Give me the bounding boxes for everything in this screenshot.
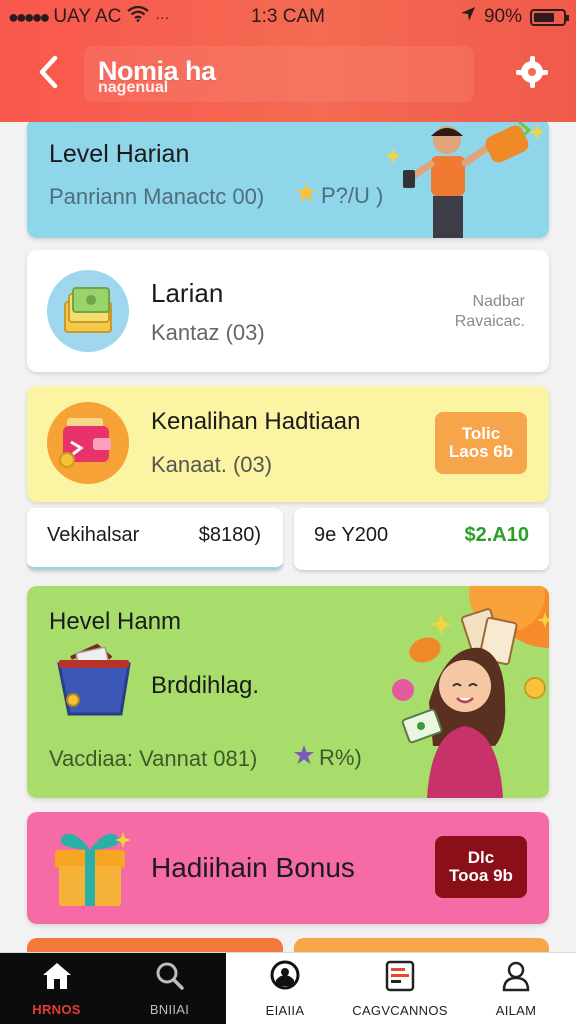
- nav-item-home[interactable]: HRNOS: [0, 953, 113, 1024]
- kenalihan-button-line2: Laos 6b: [448, 442, 514, 461]
- kenalihan-subtitle: Kanaat. (03): [151, 452, 273, 477]
- settings-icon: [515, 55, 549, 94]
- kenalihan-claim-button[interactable]: Tolic Laos 6b: [435, 412, 527, 474]
- location-icon: [460, 6, 476, 28]
- hevel-hanm-footer: Vacdiaa: Vannat 081): [49, 746, 258, 771]
- level-harian-title: Level Harian: [49, 140, 190, 168]
- nav-item-categories[interactable]: CAGVCANNOS: [344, 953, 456, 1024]
- larian-side-line1: Nadbar: [472, 293, 525, 310]
- larian-side-info: Nadbar Ravaicac.: [455, 292, 525, 332]
- hevel-hanm-reward-value: R%): [319, 745, 362, 770]
- nav-label-home: HRNOS: [32, 1002, 81, 1017]
- courier-illustration: [385, 122, 549, 238]
- bottom-navigation: HRNOS BNIIAI EIAIIA CAGVCANNOS AILAM: [0, 952, 576, 1024]
- larian-subtitle: Kantaz (03): [151, 320, 265, 345]
- back-button[interactable]: [26, 50, 70, 98]
- nav-label-search: BNIIAI: [149, 1002, 190, 1017]
- level-harian-subtitle: Panriann Manactc 00): [49, 184, 265, 209]
- chevron-left-icon: [37, 55, 59, 94]
- larian-title: Larian: [151, 278, 224, 308]
- nav-label-categories: CAGVCANNOS: [352, 1003, 448, 1018]
- larian-icon-circle: [47, 270, 129, 352]
- stat-right-value: $2.A10: [464, 524, 530, 546]
- hevel-hanm-title: Hevel Hanm: [49, 608, 182, 635]
- page-subtitle: nagenual: [98, 79, 169, 96]
- hadiah-bonus-card[interactable]: Hadiihain Bonus Dlc Tooa 9b: [27, 812, 549, 924]
- hevel-hanm-reward: R%): [293, 744, 362, 772]
- hevel-hanm-subtitle: Brddihlag.: [151, 672, 260, 699]
- home-icon: [41, 961, 73, 996]
- shopping-basket-icon: [51, 642, 137, 727]
- kenalihan-icon-circle: [47, 402, 129, 484]
- wallet-icon: [57, 414, 119, 477]
- stat-left-label: Vekihalsar: [47, 524, 140, 546]
- nav-label-account: AILAM: [495, 1003, 537, 1018]
- app-header: ●●●●● UAY AC ··· 1:3 CAM 90% Nomia ha na…: [0, 0, 576, 122]
- battery-icon: [530, 8, 569, 26]
- money-stack-icon: [59, 284, 117, 343]
- stat-card-left[interactable]: Vekihalsar $8180): [27, 508, 283, 570]
- title-block: Nomia ha nagenual: [84, 46, 474, 102]
- battery-percent: 90%: [483, 6, 522, 27]
- nav-item-search[interactable]: BNIIAI: [113, 953, 226, 1024]
- settings-button[interactable]: [512, 54, 552, 94]
- user-icon: [501, 960, 531, 997]
- star-icon: [295, 182, 317, 210]
- hadiah-bonus-claim-button[interactable]: Dlc Tooa 9b: [435, 836, 527, 898]
- stat-card-right[interactable]: 9e Y200 $2.A10: [294, 508, 549, 570]
- hadiah-bonus-title: Hadiihain Bonus: [151, 852, 355, 883]
- header-row: Nomia ha nagenual: [0, 40, 576, 110]
- larian-side-line2: Ravaicac.: [454, 313, 525, 330]
- kenalihan-button-line1: Tolic: [461, 424, 501, 444]
- kenalihan-card[interactable]: Kenalihan Hadtiaan Kanaat. (03) Tolic La…: [27, 386, 549, 502]
- gift-icon: [47, 824, 133, 915]
- woman-illustration: [357, 586, 549, 798]
- hadiah-bonus-button-line2: Tooa 9b: [449, 866, 513, 885]
- status-right: 90%: [460, 6, 569, 28]
- stat-left-value: $8180): [198, 524, 261, 546]
- level-harian-card[interactable]: Level Harian Panriann Manactc 00) P?/U ): [27, 122, 549, 238]
- nav-item-account[interactable]: AILAM: [456, 953, 576, 1024]
- hevel-hanm-card[interactable]: Hevel Hanm Brddihlag. Vacdiaa: Vannat 08…: [27, 586, 549, 798]
- gamepad-icon: [268, 960, 302, 997]
- nav-label-games: EIAIIA: [265, 1003, 305, 1018]
- star-icon: [293, 744, 315, 772]
- next-card-left-peek[interactable]: [27, 938, 283, 952]
- next-card-right-peek[interactable]: [294, 938, 549, 952]
- larian-card[interactable]: Larian Kantaz (03) Nadbar Ravaicac.: [27, 250, 549, 372]
- stat-right-label: 9e Y200: [314, 524, 389, 546]
- search-icon: [155, 961, 185, 996]
- hadiah-bonus-button-line1: Dlc: [467, 848, 495, 868]
- level-harian-reward-value: P?/U ): [321, 183, 384, 208]
- kenalihan-title: Kenalihan Hadtiaan: [151, 408, 361, 435]
- content-scroll[interactable]: Level Harian Panriann Manactc 00) P?/U ): [0, 122, 576, 952]
- nav-item-games[interactable]: EIAIIA: [226, 953, 344, 1024]
- status-bar: ●●●●● UAY AC ··· 1:3 CAM 90%: [0, 0, 576, 34]
- list-icon: [385, 960, 415, 997]
- level-harian-reward: P?/U ): [295, 182, 383, 210]
